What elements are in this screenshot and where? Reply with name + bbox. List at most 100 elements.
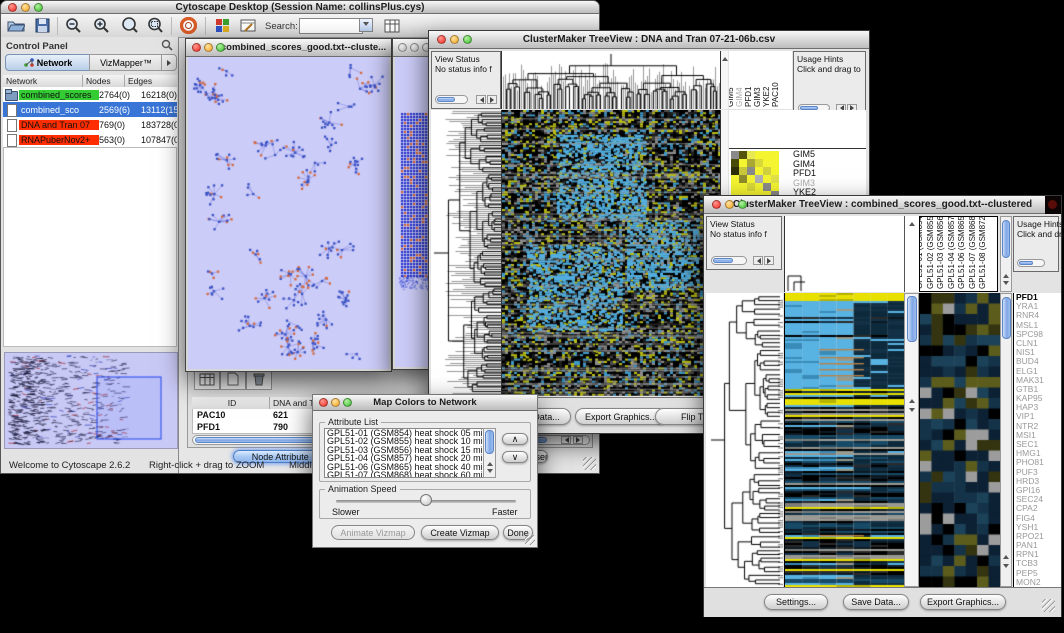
tv1-column-label[interactable]: PAC10 xyxy=(771,82,780,107)
minimize-button[interactable] xyxy=(725,200,734,209)
treeview1-titlebar[interactable]: ClusterMaker TreeView : DNA and Tran 07-… xyxy=(429,31,869,49)
heatmap-cell[interactable] xyxy=(763,159,771,167)
tv1-row-dendrogram[interactable] xyxy=(431,110,501,396)
minimize-button[interactable] xyxy=(450,35,459,44)
save-icon[interactable] xyxy=(31,16,53,35)
heatmap-cell[interactable] xyxy=(763,151,771,159)
minimize-button[interactable] xyxy=(21,3,30,12)
vizmapper-icon[interactable] xyxy=(211,16,233,35)
tv2-save-data-button[interactable]: Save Data... xyxy=(843,594,909,610)
tv2-zoom-vscrollbar[interactable] xyxy=(1000,293,1012,587)
heatmap-cell[interactable] xyxy=(763,175,771,183)
tv1-status-scrollbar[interactable] xyxy=(435,95,468,104)
heatmap-cell[interactable] xyxy=(731,183,739,191)
open-file-icon[interactable] xyxy=(5,16,27,35)
search-input[interactable] xyxy=(299,18,363,34)
heatmap-cell[interactable] xyxy=(731,159,739,167)
attribute-item[interactable]: GPL51-07 (GSM868) heat shock 60 min xyxy=(327,471,495,478)
network-list-row[interactable]: RNAPuberNov2+563(0)107847(0) xyxy=(3,132,177,147)
resize-grip[interactable] xyxy=(583,457,596,470)
zoom-button[interactable] xyxy=(34,3,43,12)
heatmap-cell[interactable] xyxy=(755,159,763,167)
gene-label[interactable]: MON2 xyxy=(1016,578,1061,587)
scroll-right-icon[interactable] xyxy=(487,95,497,104)
tab-overflow-icon[interactable] xyxy=(161,54,177,71)
help-lifering-icon[interactable] xyxy=(177,16,199,35)
main-titlebar[interactable]: Cytoscape Desktop (Session Name: collins… xyxy=(1,1,599,14)
tv2-column-label[interactable]: GPL51-06 (GSM865) xyxy=(957,216,966,289)
heatmap-cell[interactable] xyxy=(731,167,739,175)
close-button[interactable] xyxy=(712,200,721,209)
heatmap-cell[interactable] xyxy=(739,151,747,159)
tv1-column-dendrogram[interactable] xyxy=(501,51,720,109)
tv2-column-label[interactable]: GPL51-07 (GSM868) xyxy=(968,216,977,289)
heatmap-cell[interactable] xyxy=(739,167,747,175)
col-edges[interactable]: Edges xyxy=(125,75,177,87)
tv2-column-label[interactable]: GPL51-04 (GSM857) xyxy=(947,216,956,289)
tv1-column-label[interactable]: YKE2 xyxy=(762,87,771,107)
treeview2-titlebar[interactable]: ClusterMaker TreeView : combined_scores_… xyxy=(704,196,1061,214)
tv2-export-graphics-button[interactable]: Export Graphics... xyxy=(920,594,1006,610)
minimize-button[interactable] xyxy=(204,43,213,52)
tv1-column-label[interactable]: GIM4 xyxy=(735,87,744,107)
zoom-fit-icon[interactable] xyxy=(119,16,141,35)
annotation-icon[interactable] xyxy=(237,16,259,35)
heatmap-cell[interactable] xyxy=(747,175,755,183)
tab-network[interactable]: Network xyxy=(5,54,91,71)
tv2-column-label[interactable]: GPL51-08 (GSM872) xyxy=(978,216,987,289)
zoom-in-icon[interactable] xyxy=(91,16,113,35)
zoom-button[interactable] xyxy=(738,200,747,209)
network-view-titlebar[interactable]: combined_scores_good.txt--cluste... xyxy=(186,39,391,57)
tv1-column-label[interactable]: PFD1 xyxy=(744,87,753,107)
create-vizmap-button[interactable]: Create Vizmap xyxy=(421,525,499,540)
zoom-button[interactable] xyxy=(216,43,225,52)
tv1-heatmap[interactable] xyxy=(501,110,720,396)
heatmap-cell[interactable] xyxy=(747,183,755,191)
tab-vizmapper[interactable]: VizMapper™ xyxy=(89,54,163,71)
heatmap-cell[interactable] xyxy=(755,167,763,175)
move-down-button[interactable]: ∨ xyxy=(502,451,528,463)
animate-vizmap-button[interactable]: Animate Vizmap xyxy=(331,525,415,540)
tv2-column-dendrogram[interactable] xyxy=(784,216,905,292)
heatmap-cell[interactable] xyxy=(739,159,747,167)
heatmap-cell[interactable] xyxy=(747,167,755,175)
tv2-row-dendrogram[interactable] xyxy=(706,293,783,587)
close-button[interactable] xyxy=(398,43,407,52)
tv2-column-label[interactable]: GPL51-02 (GSM855) xyxy=(926,216,935,289)
close-button[interactable] xyxy=(192,43,201,52)
network-list-row[interactable]: DNA and Tran 07769(0)183728(0) xyxy=(3,117,177,132)
tv2-settings-button[interactable]: Settings... xyxy=(764,594,828,610)
tv1-mini-heatmap[interactable] xyxy=(731,151,779,199)
minimize-button[interactable] xyxy=(410,43,419,52)
heatmap-cell[interactable] xyxy=(771,167,779,175)
resize-grip[interactable] xyxy=(525,535,535,545)
heatmap-cell[interactable] xyxy=(763,183,771,191)
close-button[interactable] xyxy=(437,35,446,44)
tv2-zoom-heatmap[interactable] xyxy=(919,293,1000,587)
network-overview[interactable] xyxy=(4,352,178,449)
attribute-table-icon[interactable] xyxy=(381,16,403,35)
heatmap-cell[interactable] xyxy=(739,183,747,191)
tv1-column-label[interactable]: GIM3 xyxy=(753,87,762,107)
tv2-usage-scrollbar[interactable] xyxy=(1017,259,1045,267)
scroll-right-icon[interactable] xyxy=(573,436,583,444)
speed-slider-thumb[interactable] xyxy=(420,494,432,506)
heatmap-cell[interactable] xyxy=(755,175,763,183)
network-list-row[interactable]: combined_sco2569(6)13112(15) xyxy=(3,102,177,117)
scroll-left-icon[interactable] xyxy=(753,256,763,265)
move-up-button[interactable]: ∧ xyxy=(502,433,528,445)
tv2-heatmap[interactable] xyxy=(784,293,905,587)
tv2-status-scrollbar[interactable] xyxy=(711,256,747,265)
dialog-titlebar[interactable]: Map Colors to Network xyxy=(313,395,537,411)
heatmap-cell[interactable] xyxy=(771,183,779,191)
scroll-right-icon[interactable] xyxy=(764,256,774,265)
network-list-row[interactable]: combined_scores2764(0)16218(0) xyxy=(3,87,177,102)
attribute-list-vscrollbar[interactable] xyxy=(483,428,496,478)
zoom-out-icon[interactable] xyxy=(63,16,85,35)
zoom-button[interactable] xyxy=(463,35,472,44)
heatmap-cell[interactable] xyxy=(755,151,763,159)
tv2-column-label[interactable]: GPL51-01 (GSM854) xyxy=(919,216,924,289)
close-button[interactable] xyxy=(319,398,328,407)
heatmap-cell[interactable] xyxy=(763,167,771,175)
data-col-id[interactable]: ID xyxy=(192,397,270,409)
